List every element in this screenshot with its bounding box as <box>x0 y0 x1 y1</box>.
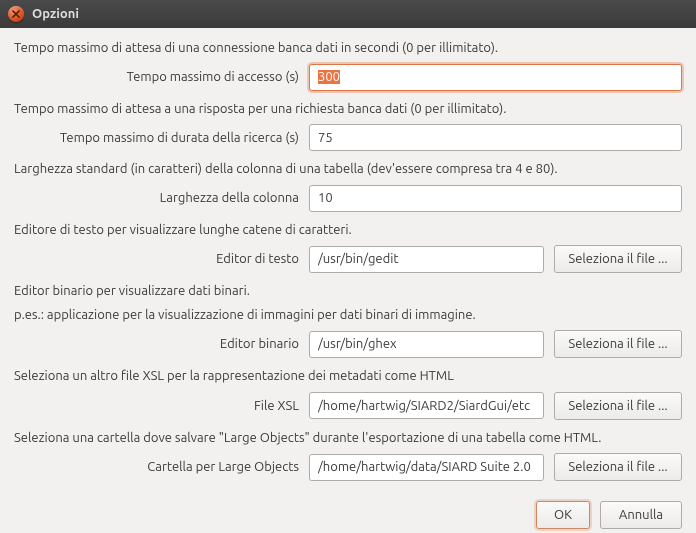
lobs-input[interactable] <box>309 454 544 481</box>
query-timeout-input[interactable] <box>309 124 682 151</box>
lobs-label: Cartella per Large Objects <box>14 460 299 474</box>
bin-editor-input[interactable] <box>309 331 544 358</box>
bin-editor-label: Editor binario <box>14 337 299 351</box>
window-title: Opzioni <box>32 7 79 21</box>
dialog-content: Tempo massimo di attesa di una connessio… <box>0 28 696 533</box>
xsl-desc: Seleziona un altro file XSL per la rappr… <box>14 368 682 386</box>
xsl-browse-button[interactable]: Seleziona il file ... <box>554 392 682 420</box>
conn-timeout-input[interactable] <box>309 64 682 91</box>
query-timeout-label: Tempo massimo di durata della ricerca (s… <box>14 131 299 145</box>
conn-timeout-desc: Tempo massimo di attesa di una connessio… <box>14 40 682 58</box>
bin-editor-desc2: p.es.: applicazione per la visualizzazio… <box>14 307 682 325</box>
cancel-button[interactable]: Annulla <box>600 501 682 529</box>
close-icon[interactable] <box>8 6 24 22</box>
lobs-browse-button[interactable]: Seleziona il file ... <box>554 453 682 481</box>
lobs-desc: Seleziona una cartella dove salvare "Lar… <box>14 430 682 448</box>
titlebar: Opzioni <box>0 0 696 28</box>
conn-timeout-label: Tempo massimo di accesso (s) <box>14 70 299 84</box>
xsl-input[interactable] <box>309 392 544 419</box>
bin-editor-browse-button[interactable]: Seleziona il file ... <box>554 330 682 358</box>
text-editor-input[interactable] <box>309 246 544 273</box>
text-editor-desc: Editore di testo per visualizzare lunghe… <box>14 222 682 240</box>
text-editor-browse-button[interactable]: Seleziona il file ... <box>554 245 682 273</box>
xsl-label: File XSL <box>14 399 299 413</box>
colwidth-label: Larghezza della colonna <box>14 191 299 205</box>
bin-editor-desc1: Editor binario per visualizzare dati bin… <box>14 283 682 301</box>
dialog-footer: OK Annulla <box>14 491 682 529</box>
colwidth-desc: Larghezza standard (in caratteri) della … <box>14 161 682 179</box>
colwidth-input[interactable] <box>309 185 682 212</box>
query-timeout-desc: Tempo massimo di attesa a una risposta p… <box>14 101 682 119</box>
text-editor-label: Editor di testo <box>14 252 299 266</box>
ok-button[interactable]: OK <box>536 501 590 529</box>
